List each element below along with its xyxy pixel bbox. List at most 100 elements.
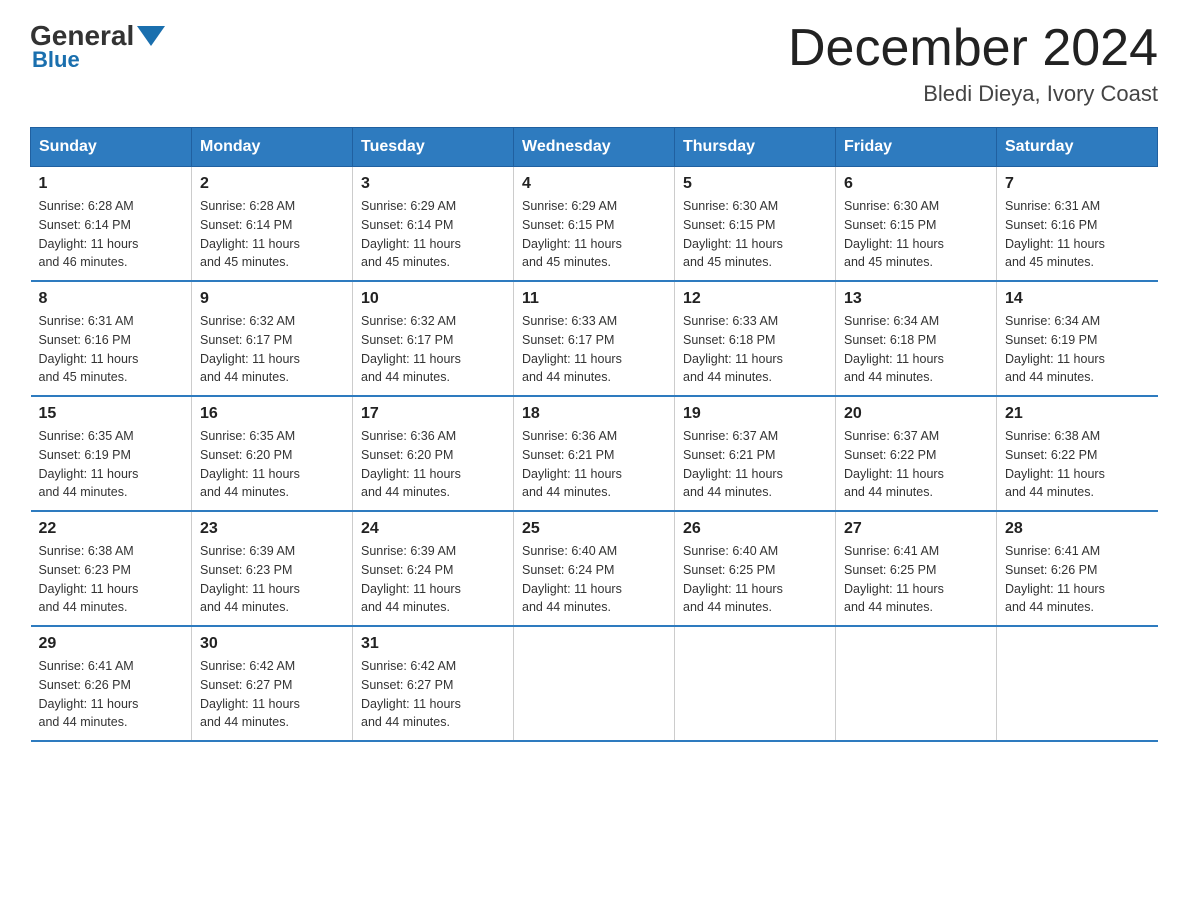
day-info: Sunrise: 6:34 AMSunset: 6:18 PMDaylight:… (844, 312, 988, 387)
day-info: Sunrise: 6:34 AMSunset: 6:19 PMDaylight:… (1005, 312, 1150, 387)
calendar-cell (514, 626, 675, 741)
calendar-cell: 23Sunrise: 6:39 AMSunset: 6:23 PMDayligh… (192, 511, 353, 626)
day-number: 31 (361, 635, 505, 653)
calendar-week-1: 1 Sunrise: 6:28 AMSunset: 6:14 PMDaylight… (31, 167, 1158, 282)
day-info: Sunrise: 6:40 AMSunset: 6:24 PMDaylight:… (522, 542, 666, 617)
day-number: 1 (39, 175, 184, 193)
day-number: 22 (39, 520, 184, 538)
calendar-cell: 7 Sunrise: 6:31 AMSunset: 6:16 PMDaylight… (997, 167, 1158, 282)
day-info: Sunrise: 6:37 AMSunset: 6:22 PMDaylight:… (844, 427, 988, 502)
day-info: Sunrise: 6:41 AMSunset: 6:26 PMDaylight:… (1005, 542, 1150, 617)
day-info: Sunrise: 6:36 AMSunset: 6:20 PMDaylight:… (361, 427, 505, 502)
day-info: Sunrise: 6:29 AMSunset: 6:15 PMDaylight:… (522, 197, 666, 272)
day-number: 5 (683, 175, 827, 193)
day-number: 25 (522, 520, 666, 538)
logo: General Blue (30, 20, 168, 73)
calendar-cell: 12Sunrise: 6:33 AMSunset: 6:18 PMDayligh… (675, 281, 836, 396)
day-number: 30 (200, 635, 344, 653)
day-info: Sunrise: 6:32 AMSunset: 6:17 PMDaylight:… (200, 312, 344, 387)
calendar-week-2: 8 Sunrise: 6:31 AMSunset: 6:16 PMDaylight… (31, 281, 1158, 396)
column-header-monday: Monday (192, 128, 353, 167)
day-info: Sunrise: 6:32 AMSunset: 6:17 PMDaylight:… (361, 312, 505, 387)
day-number: 18 (522, 405, 666, 423)
day-info: Sunrise: 6:42 AMSunset: 6:27 PMDaylight:… (361, 657, 505, 732)
calendar-cell: 19 Sunrise: 6:37 AMSunset: 6:21 PMDayligh… (675, 396, 836, 511)
day-number: 16 (200, 405, 344, 423)
day-number: 14 (1005, 290, 1150, 308)
calendar-cell: 2Sunrise: 6:28 AMSunset: 6:14 PMDaylight… (192, 167, 353, 282)
calendar-cell: 6 Sunrise: 6:30 AMSunset: 6:15 PMDaylight… (836, 167, 997, 282)
day-number: 19 (683, 405, 827, 423)
day-number: 17 (361, 405, 505, 423)
calendar-cell: 21 Sunrise: 6:38 AMSunset: 6:22 PMDayligh… (997, 396, 1158, 511)
calendar-cell: 27Sunrise: 6:41 AMSunset: 6:25 PMDayligh… (836, 511, 997, 626)
day-info: Sunrise: 6:42 AMSunset: 6:27 PMDaylight:… (200, 657, 344, 732)
calendar-cell: 17 Sunrise: 6:36 AMSunset: 6:20 PMDayligh… (353, 396, 514, 511)
day-number: 26 (683, 520, 827, 538)
column-header-thursday: Thursday (675, 128, 836, 167)
day-number: 21 (1005, 405, 1150, 423)
day-info: Sunrise: 6:30 AMSunset: 6:15 PMDaylight:… (683, 197, 827, 272)
calendar-cell: 16Sunrise: 6:35 AMSunset: 6:20 PMDayligh… (192, 396, 353, 511)
column-header-saturday: Saturday (997, 128, 1158, 167)
day-info: Sunrise: 6:38 AMSunset: 6:23 PMDaylight:… (39, 542, 184, 617)
column-header-sunday: Sunday (31, 128, 192, 167)
day-number: 23 (200, 520, 344, 538)
logo-triangle-icon (137, 26, 165, 46)
column-header-tuesday: Tuesday (353, 128, 514, 167)
day-number: 3 (361, 175, 505, 193)
day-number: 10 (361, 290, 505, 308)
calendar-cell: 20 Sunrise: 6:37 AMSunset: 6:22 PMDayligh… (836, 396, 997, 511)
calendar-header-row: SundayMondayTuesdayWednesdayThursdayFrid… (31, 128, 1158, 167)
page-header: General Blue December 2024 Bledi Dieya, … (30, 20, 1158, 107)
day-number: 24 (361, 520, 505, 538)
calendar-cell: 11 Sunrise: 6:33 AMSunset: 6:17 PMDayligh… (514, 281, 675, 396)
day-number: 28 (1005, 520, 1150, 538)
day-info: Sunrise: 6:33 AMSunset: 6:17 PMDaylight:… (522, 312, 666, 387)
day-number: 20 (844, 405, 988, 423)
calendar-cell: 8 Sunrise: 6:31 AMSunset: 6:16 PMDaylight… (31, 281, 192, 396)
column-header-friday: Friday (836, 128, 997, 167)
day-info: Sunrise: 6:41 AMSunset: 6:26 PMDaylight:… (39, 657, 184, 732)
calendar-week-3: 15Sunrise: 6:35 AMSunset: 6:19 PMDayligh… (31, 396, 1158, 511)
calendar-cell: 22 Sunrise: 6:38 AMSunset: 6:23 PMDayligh… (31, 511, 192, 626)
day-number: 29 (39, 635, 184, 653)
calendar-cell: 5 Sunrise: 6:30 AMSunset: 6:15 PMDaylight… (675, 167, 836, 282)
calendar-cell: 4 Sunrise: 6:29 AMSunset: 6:15 PMDaylight… (514, 167, 675, 282)
calendar-cell: 15Sunrise: 6:35 AMSunset: 6:19 PMDayligh… (31, 396, 192, 511)
calendar-cell: 18Sunrise: 6:36 AMSunset: 6:21 PMDayligh… (514, 396, 675, 511)
day-number: 7 (1005, 175, 1150, 193)
calendar-cell: 28 Sunrise: 6:41 AMSunset: 6:26 PMDayligh… (997, 511, 1158, 626)
day-info: Sunrise: 6:31 AMSunset: 6:16 PMDaylight:… (1005, 197, 1150, 272)
day-number: 11 (522, 290, 666, 308)
calendar-cell: 29 Sunrise: 6:41 AMSunset: 6:26 PMDayligh… (31, 626, 192, 741)
calendar-cell: 25 Sunrise: 6:40 AMSunset: 6:24 PMDayligh… (514, 511, 675, 626)
day-info: Sunrise: 6:38 AMSunset: 6:22 PMDaylight:… (1005, 427, 1150, 502)
calendar-cell: 10 Sunrise: 6:32 AMSunset: 6:17 PMDayligh… (353, 281, 514, 396)
calendar-title: December 2024 (788, 20, 1158, 77)
calendar-cell: 30 Sunrise: 6:42 AMSunset: 6:27 PMDayligh… (192, 626, 353, 741)
calendar-table: SundayMondayTuesdayWednesdayThursdayFrid… (30, 127, 1158, 742)
day-number: 13 (844, 290, 988, 308)
calendar-cell: 9 Sunrise: 6:32 AMSunset: 6:17 PMDaylight… (192, 281, 353, 396)
calendar-week-4: 22 Sunrise: 6:38 AMSunset: 6:23 PMDayligh… (31, 511, 1158, 626)
day-info: Sunrise: 6:28 AMSunset: 6:14 PMDaylight:… (39, 197, 184, 272)
day-info: Sunrise: 6:31 AMSunset: 6:16 PMDaylight:… (39, 312, 184, 387)
calendar-cell (997, 626, 1158, 741)
calendar-title-block: December 2024 Bledi Dieya, Ivory Coast (788, 20, 1158, 107)
day-number: 9 (200, 290, 344, 308)
calendar-cell: 26 Sunrise: 6:40 AMSunset: 6:25 PMDayligh… (675, 511, 836, 626)
day-number: 6 (844, 175, 988, 193)
calendar-week-5: 29 Sunrise: 6:41 AMSunset: 6:26 PMDayligh… (31, 626, 1158, 741)
day-info: Sunrise: 6:37 AMSunset: 6:21 PMDaylight:… (683, 427, 827, 502)
day-number: 4 (522, 175, 666, 193)
calendar-cell: 13 Sunrise: 6:34 AMSunset: 6:18 PMDayligh… (836, 281, 997, 396)
day-info: Sunrise: 6:40 AMSunset: 6:25 PMDaylight:… (683, 542, 827, 617)
calendar-cell: 31 Sunrise: 6:42 AMSunset: 6:27 PMDayligh… (353, 626, 514, 741)
calendar-cell (836, 626, 997, 741)
day-info: Sunrise: 6:39 AMSunset: 6:24 PMDaylight:… (361, 542, 505, 617)
calendar-cell: 24 Sunrise: 6:39 AMSunset: 6:24 PMDayligh… (353, 511, 514, 626)
day-info: Sunrise: 6:41 AMSunset: 6:25 PMDaylight:… (844, 542, 988, 617)
day-info: Sunrise: 6:30 AMSunset: 6:15 PMDaylight:… (844, 197, 988, 272)
day-number: 8 (39, 290, 184, 308)
